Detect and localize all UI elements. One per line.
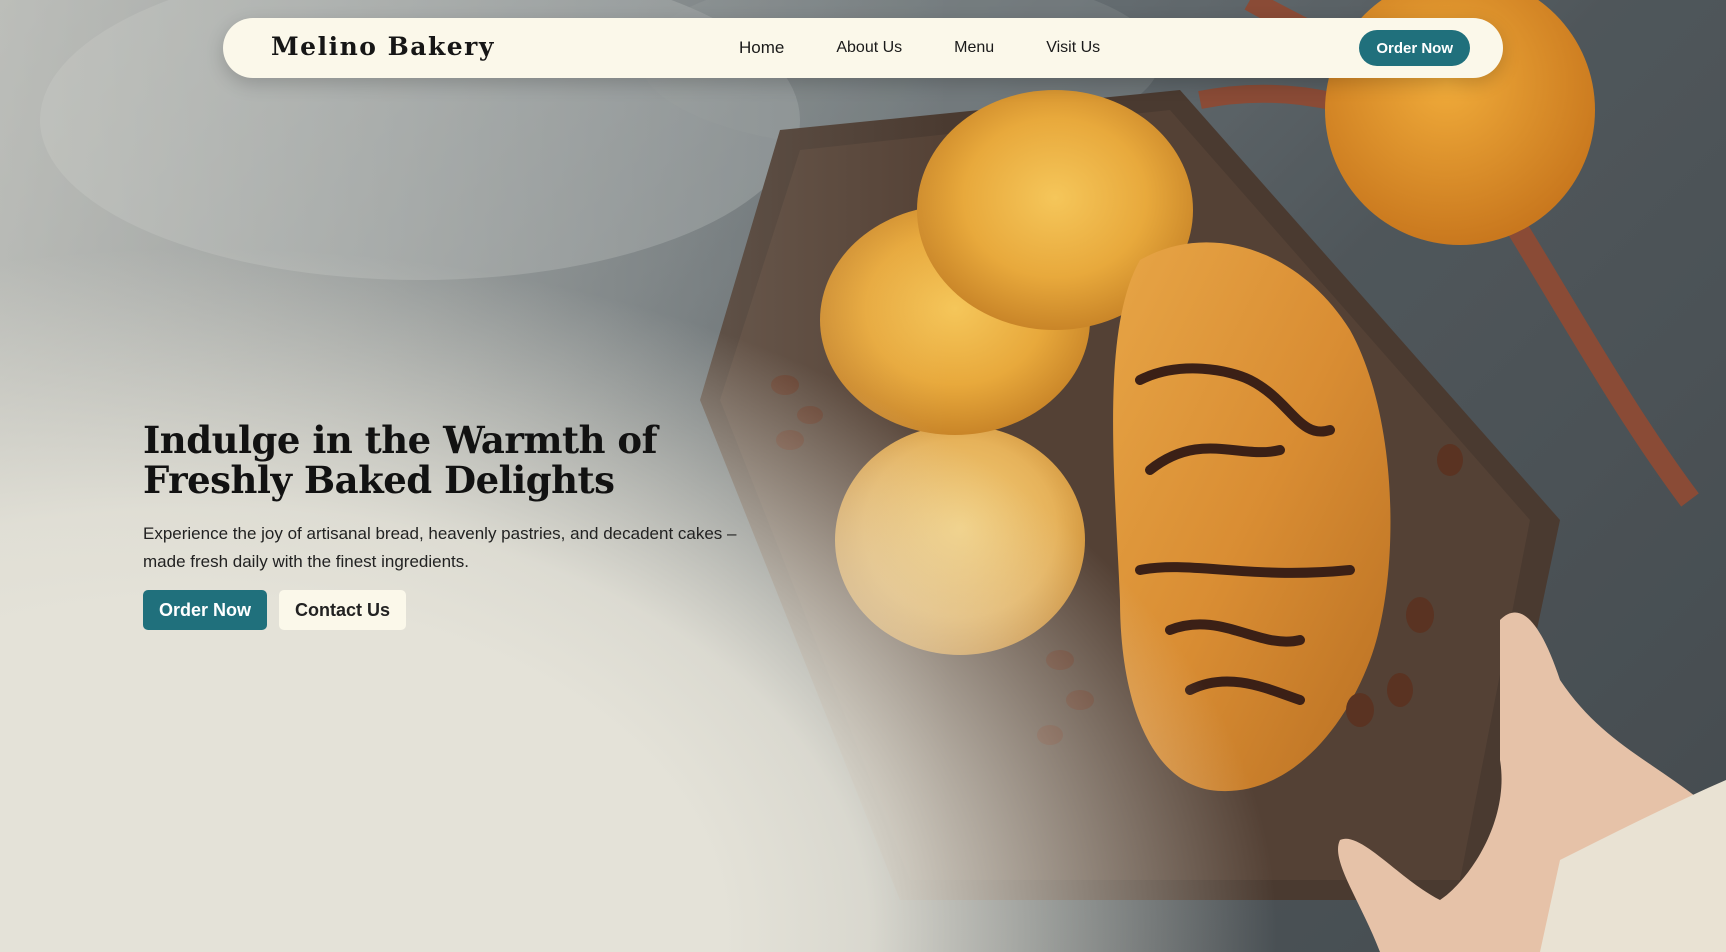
hero-order-now-button[interactable]: Order Now <box>143 590 268 630</box>
nav-links: Home About Us Menu Visit Us <box>739 18 1100 78</box>
hero-title: Indulge in the Warmth of Freshly Baked D… <box>143 418 658 502</box>
hero-subtitle: Experience the joy of artisanal bread, h… <box>143 524 737 571</box>
nav-link-home[interactable]: Home <box>739 38 784 58</box>
nav-link-menu[interactable]: Menu <box>954 39 994 57</box>
nav-link-visit-us[interactable]: Visit Us <box>1046 39 1100 57</box>
top-navbar: Melino Bakery Home About Us Menu Visit U… <box>223 18 1503 78</box>
hero-contact-us-button[interactable]: Contact Us <box>279 590 407 630</box>
hero-actions: Order Now Contact Us <box>143 590 783 630</box>
hero-section: Indulge in the Warmth of Freshly Baked D… <box>143 420 783 630</box>
nav-link-about-us[interactable]: About Us <box>836 39 902 57</box>
brand-logo[interactable]: Melino Bakery <box>271 32 495 61</box>
nav-order-now-button[interactable]: Order Now <box>1359 30 1470 66</box>
